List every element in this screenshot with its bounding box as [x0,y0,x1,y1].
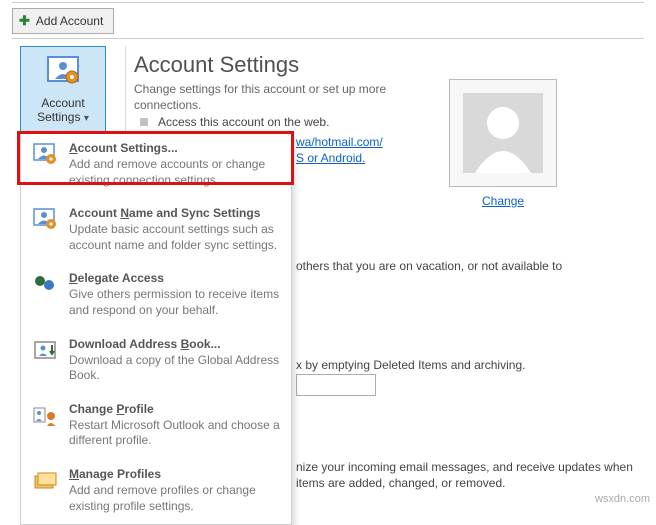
chevron-down-icon: ▾ [84,113,89,124]
account-gear-icon [45,55,81,87]
address-book-icon [32,339,58,363]
rules-partial-text: nize your incoming email messages, and r… [296,460,636,491]
cleanup-partial-text: x by emptying Deleted Items and archivin… [296,358,576,372]
plus-icon: ✚ [19,13,30,29]
menu-item-name-sync[interactable]: Account Name and Sync Settings Update ba… [21,198,291,263]
people-icon [32,273,58,297]
partial-input-box[interactable] [296,374,376,396]
account-gear-icon [32,143,58,167]
mobile-link[interactable]: S or Android. [296,151,365,165]
menu-item-download-ab[interactable]: Download Address Book... Download a copy… [21,329,291,394]
ribbon-button-label-1: Account [41,96,84,110]
account-settings-dropdown: Account Settings... Add and remove accou… [20,132,292,525]
avatar [449,79,557,187]
page-subtitle: Change settings for this account or set … [134,82,434,113]
person-icon [463,93,543,173]
profile-swap-icon [32,404,58,428]
webmail-link[interactable]: wa/hotmail.com/ [296,135,383,149]
menu-item-account-settings[interactable]: Account Settings... Add and remove accou… [21,133,291,198]
bullet-icon [140,118,148,126]
add-account-button[interactable]: ✚ Add Account [12,8,114,34]
menu-item-change-profile[interactable]: Change Profile Restart Microsoft Outlook… [21,394,291,459]
menu-item-delegate[interactable]: Delegate Access Give others permission t… [21,263,291,328]
ooo-partial-text: others that you are on vacation, or not … [296,259,576,275]
access-web-text: Access this account on the web. [158,115,329,129]
account-sync-icon [32,208,58,232]
add-account-label: Add Account [36,14,103,28]
menu-item-manage-profiles[interactable]: Manage Profiles Add and remove profiles … [21,459,291,524]
ribbon-button-label-2: Settings [37,110,80,124]
page-title: Account Settings [134,52,299,78]
change-avatar-link[interactable]: Change [482,194,524,208]
folders-icon [32,469,58,493]
account-settings-ribbon-button[interactable]: Account Settings ▾ [20,46,106,134]
watermark: wsxdn.com [595,493,650,505]
